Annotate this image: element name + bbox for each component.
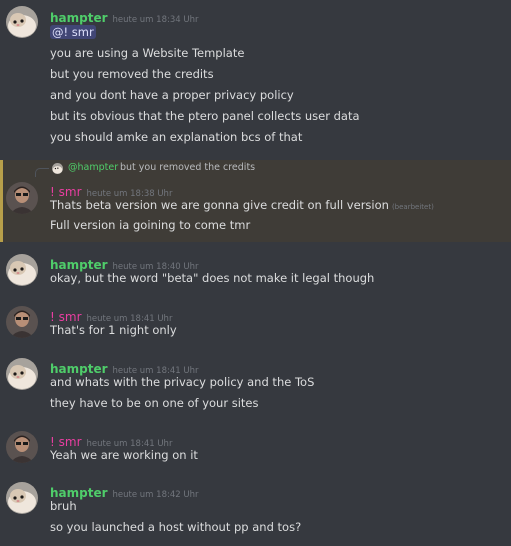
timestamp: heute um 18:34 Uhr: [112, 15, 199, 25]
message-header: ! smr heute um 18:41 Uhr: [50, 306, 172, 324]
message-line: @! smr: [50, 24, 96, 40]
message-header: ! smr heute um 18:41 Uhr: [50, 431, 172, 449]
message-group: hampter heute um 18:34 Uhr @! smr you are…: [0, 0, 511, 155]
message-header: hampter heute um 18:42 Uhr: [50, 482, 199, 500]
reply-mention[interactable]: @hampter: [68, 162, 118, 173]
message-group: hampter heute um 18:42 Uhr bruh so you la…: [0, 476, 511, 542]
message-line: bruh: [50, 499, 77, 513]
message-group: hampter heute um 18:41 Uhr and whats with…: [0, 352, 511, 418]
message-group: ! smr heute um 18:41 Uhr That's for 1 nig…: [0, 300, 511, 345]
person-avatar-icon[interactable]: [6, 306, 38, 338]
message-line: but its obvious that the ptero panel col…: [50, 109, 360, 123]
message-line: okay, but the word "beta" does not make …: [50, 271, 375, 285]
message-group: ! smr heute um 18:41 Uhr Yeah we are work…: [0, 425, 511, 470]
message-line: they have to be on one of your sites: [50, 396, 259, 410]
message-line: you are using a Website Template: [50, 46, 245, 60]
chat-messages: hampter heute um 18:34 Uhr @! smr you are…: [0, 0, 511, 546]
message-line: Full version ia goining to come tmr: [50, 218, 251, 232]
message-line: That's for 1 night only: [50, 323, 177, 337]
message-line: and whats with the privacy policy and th…: [50, 375, 315, 389]
message-header: hampter heute um 18:41 Uhr: [50, 358, 198, 376]
message-group-highlighted: @hampter but you removed the credits ! s…: [0, 160, 511, 242]
person-avatar-icon[interactable]: [6, 182, 38, 214]
message-header: ! smr heute um 18:38 Uhr: [50, 181, 172, 199]
user-mention[interactable]: @! smr: [50, 25, 96, 39]
reply-text: but you removed the credits: [120, 162, 256, 173]
hamster-avatar-icon[interactable]: [6, 6, 38, 38]
message-group: hampter heute um 18:40 Uhr okay, but the …: [0, 248, 511, 293]
hamster-avatar-icon[interactable]: [6, 358, 38, 390]
message-line: you should amke an explanation bcs of th…: [50, 130, 303, 144]
message-header: hampter heute um 18:34 Uhr: [50, 7, 199, 25]
username[interactable]: hampter: [50, 11, 108, 25]
person-avatar-icon[interactable]: [6, 431, 38, 463]
message-line: and you dont have a proper privacy polic…: [50, 88, 294, 102]
reply-curve-icon: [35, 168, 49, 177]
message-line: but you removed the credits: [50, 67, 214, 81]
message-text: Thats beta version we are gonna give cre…: [50, 198, 389, 212]
message-line: Yeah we are working on it: [50, 448, 198, 462]
hamster-avatar-icon[interactable]: [6, 482, 38, 514]
message-line: so you launched a host without pp and to…: [50, 520, 302, 534]
timestamp: heute um 18:42 Uhr: [112, 490, 199, 500]
message-header: hampter heute um 18:40 Uhr: [50, 254, 198, 272]
hamster-avatar-icon: [52, 163, 63, 174]
edited-label: (bearbeitet): [391, 203, 434, 211]
hamster-avatar-icon[interactable]: [6, 254, 38, 286]
message-line: Thats beta version we are gonna give cre…: [50, 197, 434, 215]
